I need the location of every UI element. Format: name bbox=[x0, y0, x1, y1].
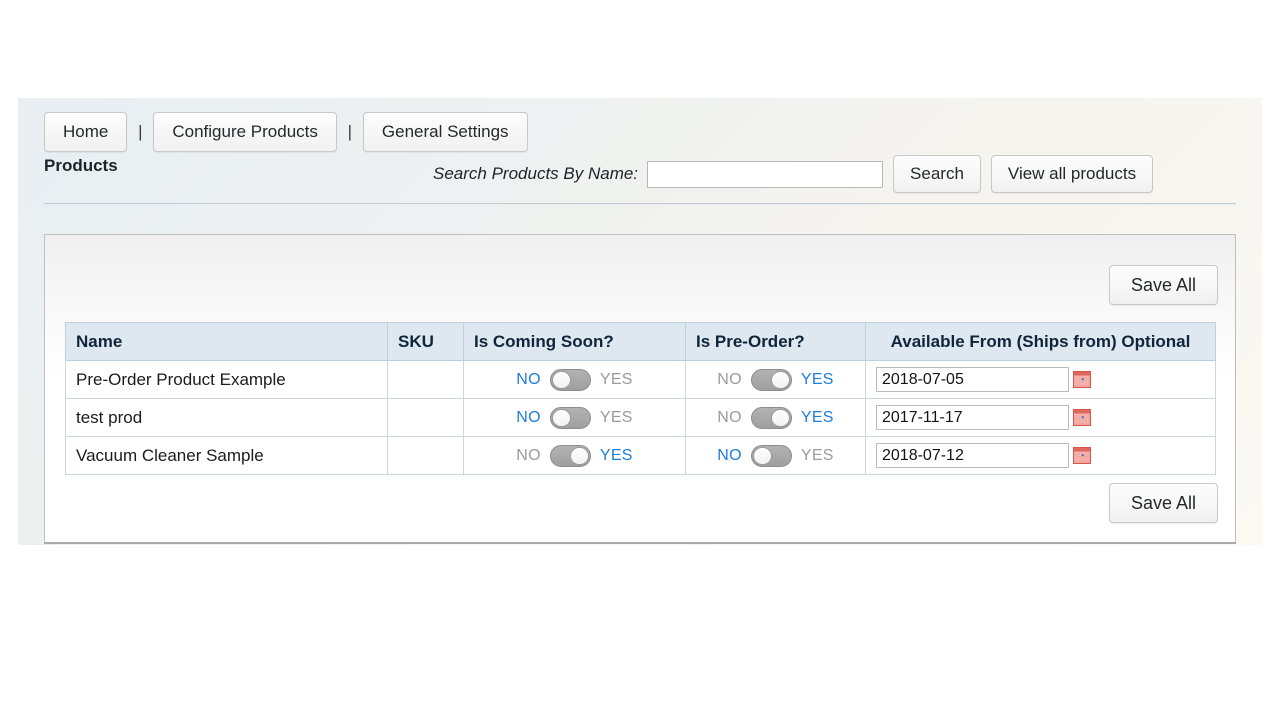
available-from-group bbox=[876, 405, 1205, 430]
table-body: Pre-Order Product ExampleNOYESNOYEStest … bbox=[66, 361, 1216, 475]
is-coming-soon-toggle-yes-label[interactable]: YES bbox=[600, 447, 633, 465]
is-pre-order-toggle-switch[interactable] bbox=[751, 407, 792, 429]
is-coming-soon-toggle-no-label[interactable]: NO bbox=[516, 371, 541, 389]
table-row: Pre-Order Product Example NO YES NO YES bbox=[66, 361, 1216, 399]
is-pre-order-toggle-no-label[interactable]: NO bbox=[717, 409, 742, 427]
is-coming-soon-toggle-yes-label[interactable]: YES bbox=[600, 371, 633, 389]
is-coming-soon-toggle-switch[interactable] bbox=[550, 407, 591, 429]
available-from-group bbox=[876, 443, 1205, 468]
is-coming-soon-toggle-knob bbox=[570, 447, 589, 465]
available-from-group bbox=[876, 367, 1205, 392]
nav-configure-products-button[interactable]: Configure Products bbox=[153, 112, 337, 152]
cell-is-pre-order: NO YES bbox=[686, 399, 866, 437]
save-all-bottom-container: Save All bbox=[1109, 483, 1218, 523]
available-from-input[interactable] bbox=[876, 405, 1069, 430]
products-table: Name SKU Is Coming Soon? Is Pre-Order? A… bbox=[65, 322, 1216, 475]
is-pre-order-toggle-yes-label[interactable]: YES bbox=[801, 447, 834, 465]
is-coming-soon-toggle-switch[interactable] bbox=[550, 369, 591, 391]
table-row: Vacuum Cleaner Sample NO YES NO YES bbox=[66, 437, 1216, 475]
cell-is-pre-order: NO YES bbox=[686, 361, 866, 399]
nav-separator-2: | bbox=[337, 122, 363, 142]
is-pre-order-toggle-knob bbox=[771, 371, 790, 389]
is-coming-soon-toggle-group: NO YES bbox=[474, 407, 675, 429]
is-coming-soon-toggle-group: NO YES bbox=[474, 445, 675, 467]
cell-product-name: Vacuum Cleaner Sample bbox=[66, 437, 388, 475]
is-coming-soon-toggle-group: NO YES bbox=[474, 369, 675, 391]
is-coming-soon-toggle-no-label[interactable]: NO bbox=[516, 447, 541, 465]
search-input[interactable] bbox=[647, 161, 883, 188]
available-from-input[interactable] bbox=[876, 367, 1069, 392]
view-all-products-button[interactable]: View all products bbox=[991, 155, 1153, 193]
is-coming-soon-toggle-yes-label[interactable]: YES bbox=[600, 409, 633, 427]
is-pre-order-toggle-group: NO YES bbox=[696, 445, 855, 467]
nav-separator-1: | bbox=[127, 122, 153, 142]
calendar-icon[interactable] bbox=[1073, 447, 1091, 464]
is-coming-soon-toggle-no-label[interactable]: NO bbox=[516, 409, 541, 427]
calendar-icon[interactable] bbox=[1073, 371, 1091, 388]
header-divider bbox=[44, 203, 1236, 205]
column-header-available-from: Available From (Ships from) Optional bbox=[866, 323, 1216, 361]
search-toolbar: Search Products By Name: Search View all… bbox=[433, 155, 1153, 193]
is-pre-order-toggle-no-label[interactable]: NO bbox=[717, 371, 742, 389]
cell-sku bbox=[388, 399, 464, 437]
page-root: Home | Configure Products | General Sett… bbox=[18, 98, 1262, 545]
table-row: test prod NO YES NO YES bbox=[66, 399, 1216, 437]
calendar-icon[interactable] bbox=[1073, 409, 1091, 426]
is-coming-soon-toggle-knob bbox=[552, 409, 571, 427]
available-from-input[interactable] bbox=[876, 443, 1069, 468]
is-coming-soon-toggle-knob bbox=[552, 371, 571, 389]
page-title: Products bbox=[44, 156, 118, 176]
column-header-is-pre-order: Is Pre-Order? bbox=[686, 323, 866, 361]
is-pre-order-toggle-switch[interactable] bbox=[751, 369, 792, 391]
column-header-name: Name bbox=[66, 323, 388, 361]
column-header-sku: SKU bbox=[388, 323, 464, 361]
cell-is-coming-soon: NO YES bbox=[464, 437, 686, 475]
is-pre-order-toggle-group: NO YES bbox=[696, 369, 855, 391]
is-pre-order-toggle-yes-label[interactable]: YES bbox=[801, 371, 834, 389]
cell-available-from bbox=[866, 361, 1216, 399]
cell-sku bbox=[388, 437, 464, 475]
is-pre-order-toggle-no-label[interactable]: NO bbox=[717, 447, 742, 465]
table-header-row: Name SKU Is Coming Soon? Is Pre-Order? A… bbox=[66, 323, 1216, 361]
is-pre-order-toggle-switch[interactable] bbox=[751, 445, 792, 467]
save-all-top-button[interactable]: Save All bbox=[1109, 265, 1218, 305]
is-pre-order-toggle-knob bbox=[771, 409, 790, 427]
is-pre-order-toggle-knob bbox=[753, 447, 772, 465]
cell-available-from bbox=[866, 399, 1216, 437]
cell-available-from bbox=[866, 437, 1216, 475]
main-navigation: Home | Configure Products | General Sett… bbox=[44, 112, 528, 152]
is-coming-soon-toggle-switch[interactable] bbox=[550, 445, 591, 467]
is-pre-order-toggle-group: NO YES bbox=[696, 407, 855, 429]
products-panel: Save All Name SKU Is Coming Soon? Is Pre… bbox=[44, 234, 1236, 544]
cell-is-coming-soon: NO YES bbox=[464, 361, 686, 399]
cell-sku bbox=[388, 361, 464, 399]
cell-is-coming-soon: NO YES bbox=[464, 399, 686, 437]
nav-home-button[interactable]: Home bbox=[44, 112, 127, 152]
cell-is-pre-order: NO YES bbox=[686, 437, 866, 475]
search-button[interactable]: Search bbox=[893, 155, 981, 193]
cell-product-name: test prod bbox=[66, 399, 388, 437]
cell-product-name: Pre-Order Product Example bbox=[66, 361, 388, 399]
search-label: Search Products By Name: bbox=[433, 164, 638, 184]
column-header-is-coming-soon: Is Coming Soon? bbox=[464, 323, 686, 361]
save-all-top-container: Save All bbox=[1109, 265, 1218, 305]
save-all-bottom-button[interactable]: Save All bbox=[1109, 483, 1218, 523]
nav-general-settings-button[interactable]: General Settings bbox=[363, 112, 528, 152]
is-pre-order-toggle-yes-label[interactable]: YES bbox=[801, 409, 834, 427]
